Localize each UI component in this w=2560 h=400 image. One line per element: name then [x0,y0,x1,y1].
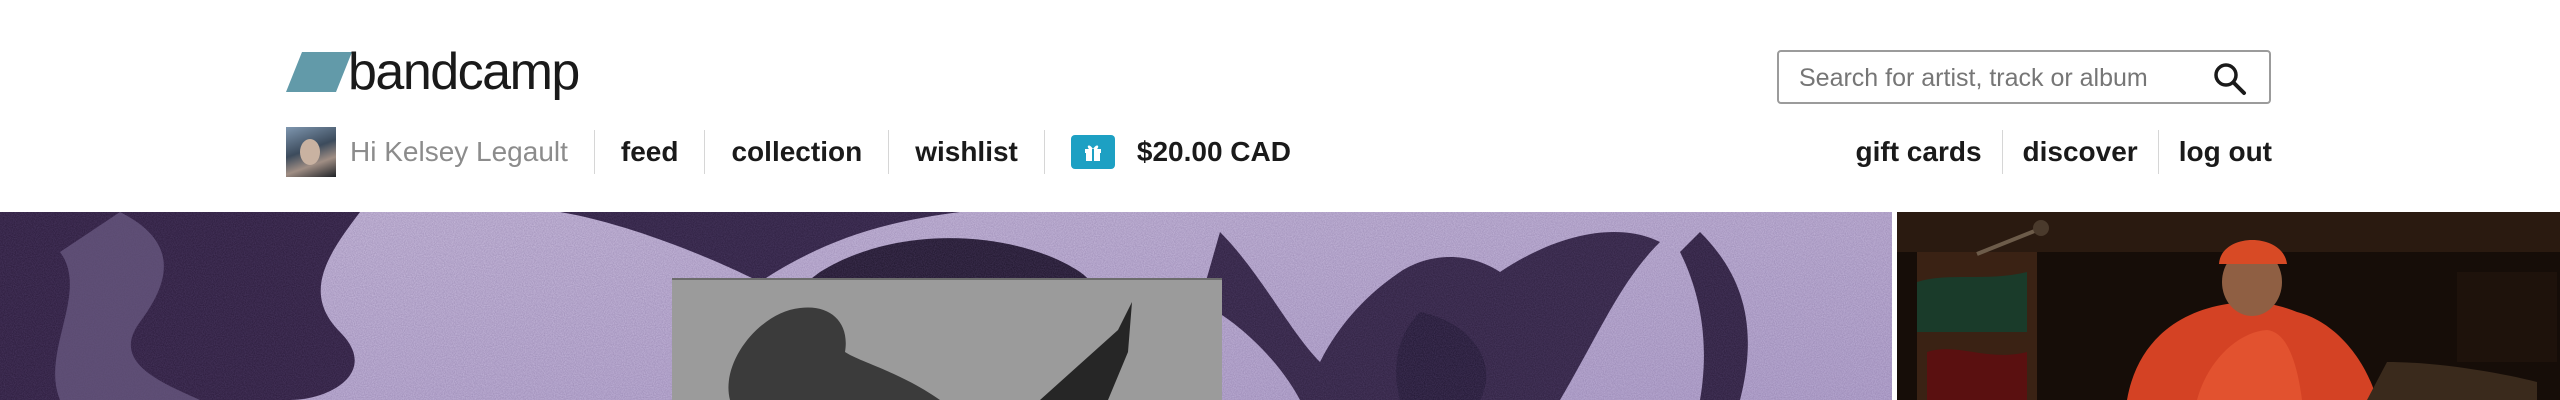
search-icon[interactable] [2213,62,2247,96]
nav-divider [888,130,890,174]
user-nav: Hi Kelsey Legault feed collection wishli… [286,126,1291,178]
featured-story-artwork [0,212,1892,400]
featured-banner [0,212,2560,400]
gift-balance[interactable]: $20.00 CAD [1137,136,1291,168]
feed-link[interactable]: feed [621,136,679,168]
search-box [1777,50,2271,104]
avatar[interactable] [286,127,336,177]
nav-divider [704,130,706,174]
nav-divider [1043,130,1045,174]
logo-wordmark: bandcamp [348,43,580,101]
nav-divider [593,130,595,174]
gift-cards-link[interactable]: gift cards [1856,136,1982,168]
logo-mark-icon [286,52,352,92]
log-out-link[interactable]: log out [2179,136,2272,168]
nav-divider [2001,130,2003,174]
site-header: bandcamp Hi Kelsey Legault feed collecti… [0,0,2560,212]
secondary-feature-image[interactable] [1897,212,2560,400]
nav-divider [2157,130,2159,174]
gift-icon[interactable] [1070,135,1115,169]
discover-link[interactable]: discover [2023,136,2138,168]
collection-link[interactable]: collection [731,136,862,168]
site-nav: gift cards discover log out [1856,126,2272,178]
featured-story-image[interactable] [0,212,1892,400]
search-input[interactable] [1799,64,2199,92]
wishlist-link[interactable]: wishlist [915,136,1018,168]
secondary-feature-artwork [1897,212,2560,400]
bandcamp-logo[interactable]: bandcamp [286,43,580,101]
gift-icon-glyph [1084,145,1101,161]
user-greeting: Hi Kelsey Legault [350,136,568,167]
